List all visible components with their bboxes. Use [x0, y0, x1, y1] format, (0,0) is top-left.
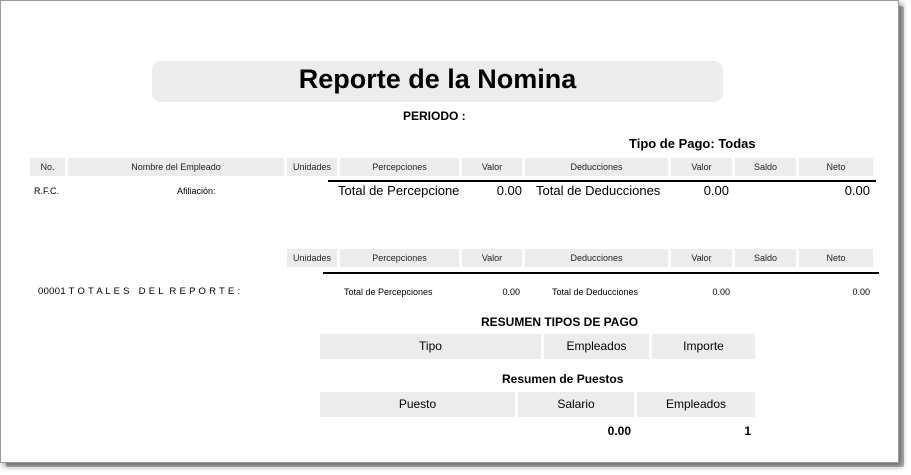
- resumen-tipos-title: RESUMEN TIPOS DE PAGO: [481, 315, 639, 329]
- col-unidades: Unidades: [287, 158, 337, 176]
- totals-label: 00001 T O T A L E S D E L R E P O R T E …: [38, 286, 241, 297]
- col-nombre: Nombre del Empleado: [68, 158, 284, 176]
- periodo-label: PERIODO :: [403, 109, 466, 123]
- total-percepcion-label: Total de Percepcione: [338, 183, 460, 198]
- totals-percepciones-value: 0.00: [502, 287, 520, 297]
- report-page: Reporte de la Nomina PERIODO : Tipo de P…: [0, 0, 899, 463]
- totals-neto-value: 0.00: [852, 287, 870, 297]
- col-no: No.: [30, 158, 65, 176]
- totals-col-valor-1: Valor: [462, 249, 522, 267]
- totals-col-deducciones: Deducciones: [525, 249, 668, 267]
- resumen-puestos-title: Resumen de Puestos: [502, 372, 624, 386]
- puestos-col-empleados: Empleados: [637, 392, 755, 417]
- col-deducciones: Deducciones: [525, 158, 668, 176]
- totals-col-percepciones: Percepciones: [340, 249, 459, 267]
- col-valor-2: Valor: [671, 158, 732, 176]
- puestos-empleados-value: 1: [744, 424, 751, 438]
- afiliacion-label: Afiliación:: [177, 186, 216, 196]
- tipos-col-importe: Importe: [652, 334, 755, 359]
- totals-col-saldo: Saldo: [735, 249, 796, 267]
- col-percepciones: Percepciones: [340, 158, 459, 176]
- puestos-salario-value: 0.00: [607, 424, 631, 438]
- totals-col-valor-2: Valor: [671, 249, 732, 267]
- tipos-col-tipo: Tipo: [320, 334, 541, 359]
- totals-deducciones-label: Total de Deducciones: [552, 287, 639, 297]
- total-percepcion-value: 0.00: [496, 183, 522, 198]
- detail-rule: [328, 180, 876, 182]
- tipo-pago-label: Tipo de Pago: Todas: [629, 136, 756, 151]
- total-deducciones-value: 0.00: [703, 183, 729, 198]
- totals-rule: [323, 272, 879, 274]
- col-neto: Neto: [799, 158, 873, 176]
- report-title: Reporte de la Nomina: [298, 64, 577, 94]
- rfc-label: R.F.C.: [34, 186, 60, 196]
- totals-col-neto: Neto: [799, 249, 873, 267]
- col-valor-1: Valor: [462, 158, 522, 176]
- totals-col-unidades: Unidades: [287, 249, 337, 267]
- totals-percepciones-label: Total de Percepciones: [344, 287, 433, 297]
- col-saldo: Saldo: [735, 158, 796, 176]
- neto-value: 0.00: [844, 183, 870, 198]
- puestos-col-salario: Salario: [518, 392, 634, 417]
- totals-deducciones-value: 0.00: [712, 287, 730, 297]
- total-deducciones-label: Total de Deducciones: [536, 183, 661, 198]
- tipos-col-empleados: Empleados: [544, 334, 649, 359]
- puestos-col-puesto: Puesto: [320, 392, 515, 417]
